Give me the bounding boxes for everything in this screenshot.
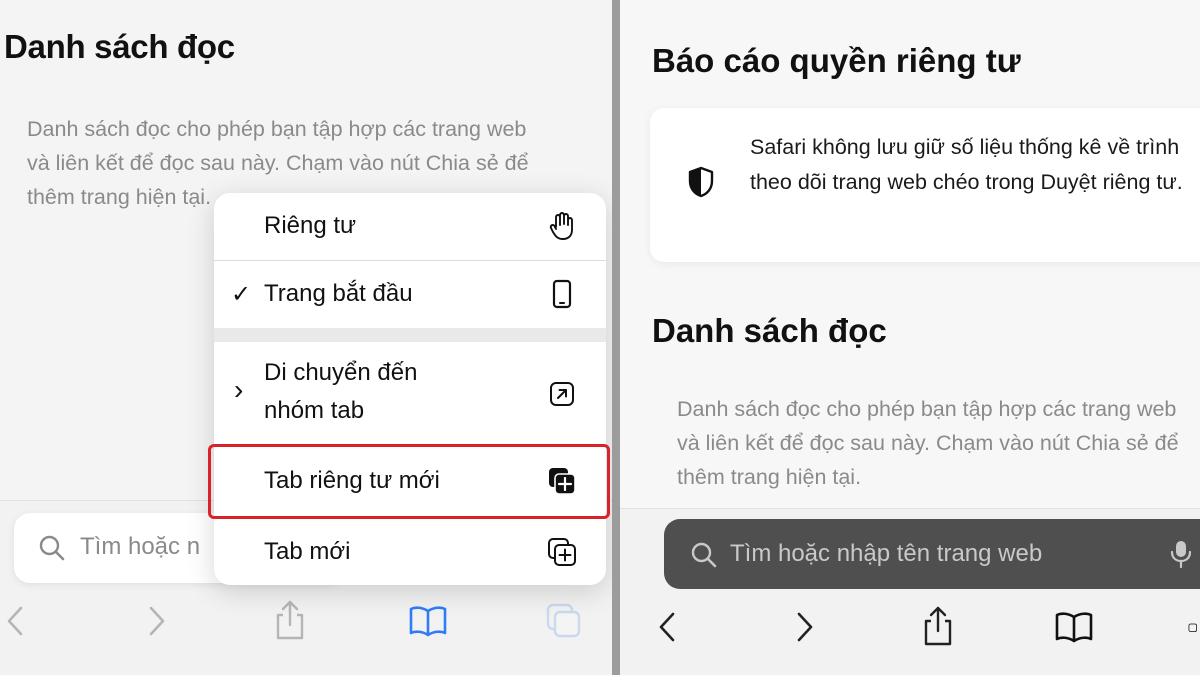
menu-item-label: Trang bắt đầu [264, 280, 413, 307]
menu-item-label-line2: nhóm tab [264, 397, 365, 424]
search-placeholder: Tìm hoặc n [80, 533, 201, 560]
privacy-report-card: Safari không lưu giữ số liệu thống kê về… [650, 108, 1200, 262]
bookmarks-icon[interactable] [1053, 610, 1095, 644]
back-icon[interactable] [2, 604, 28, 638]
bookmarks-icon[interactable] [407, 604, 449, 638]
menu-item-label: Riêng tư [264, 212, 357, 239]
tab-context-menu: Riêng tư ✓ Trang bắt đầu › Di chuyển đến… [214, 193, 606, 585]
reading-list-description: Danh sách đọc cho phép bạn tập hợp các t… [677, 397, 1179, 489]
phone-icon [547, 279, 577, 309]
tabs-icon[interactable] [1188, 610, 1200, 648]
search-placeholder: Tìm hoặc nhập tên trang web [730, 540, 1043, 567]
tabs-icon[interactable] [545, 602, 583, 640]
privacy-report-text: Safari không lưu giữ số liệu thống kê về… [750, 135, 1183, 194]
left-screenshot: Danh sách đọc Danh sách đọc cho phép bạn… [0, 0, 612, 675]
menu-item-private[interactable]: Riêng tư [214, 193, 606, 259]
share-icon[interactable] [272, 598, 308, 642]
menu-item-move-to-tab-group[interactable]: › Di chuyển đến nhóm tab [214, 342, 606, 444]
menu-section-gap [214, 328, 606, 342]
reading-list-title: Danh sách đọc [652, 312, 887, 349]
menu-item-label: Tab mới [264, 538, 351, 565]
microphone-icon[interactable] [1170, 539, 1192, 574]
highlight-box [208, 444, 610, 519]
menu-item-start-page[interactable]: ✓ Trang bắt đầu [214, 261, 606, 327]
forward-icon[interactable] [144, 604, 170, 638]
shield-icon [687, 166, 715, 203]
privacy-report-title: Báo cáo quyền riêng tư [652, 42, 1021, 79]
chevron-right-icon: › [234, 374, 244, 405]
forward-icon[interactable] [792, 610, 818, 644]
menu-item-label-line1: Di chuyển đến [264, 359, 418, 386]
panel-divider [612, 0, 620, 675]
hand-icon [547, 211, 577, 241]
tabs-plus-icon [547, 537, 577, 567]
right-screenshot: Báo cáo quyền riêng tư Safari không lưu … [620, 0, 1200, 675]
search-field[interactable]: Tìm hoặc nhập tên trang web [664, 519, 1200, 589]
menu-item-new-tab[interactable]: Tab mới [214, 517, 606, 585]
share-icon[interactable] [920, 604, 956, 648]
search-icon [690, 541, 718, 574]
move-arrow-icon [547, 379, 577, 409]
search-icon [38, 534, 66, 567]
reading-list-title: Danh sách đọc [4, 28, 235, 65]
checkmark-icon: ✓ [231, 281, 252, 308]
back-icon[interactable] [654, 610, 680, 644]
